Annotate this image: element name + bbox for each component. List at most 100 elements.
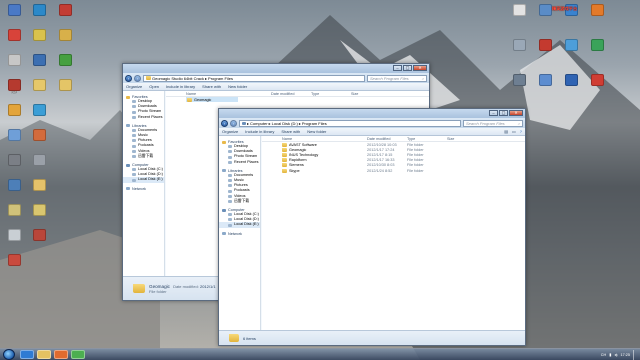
col2-desktop-icon-4[interactable]	[26, 104, 52, 130]
col-date[interactable]: Date modified	[271, 92, 311, 96]
include-library-button[interactable]: Include in library	[245, 129, 274, 134]
nav-item[interactable]: Local Disk (E:)	[219, 222, 260, 228]
maximize-button[interactable]: ▢	[499, 110, 508, 116]
col1-desktop-icon-6[interactable]	[1, 154, 27, 180]
col3-desktop-icon-3[interactable]	[52, 79, 78, 105]
address-bar[interactable]: ▸ Computer ▸ Local Disk (D:) ▸ Program F…	[239, 119, 461, 127]
back-button[interactable]: ‹	[221, 119, 228, 127]
view-options-icon[interactable]: ▤	[504, 129, 508, 134]
search-input[interactable]: Search Program Files ⌕	[463, 119, 523, 127]
right-desktop-icon-5[interactable]	[532, 39, 558, 65]
nav-item-icon	[132, 168, 136, 172]
col1-desktop-icon-7[interactable]	[1, 179, 27, 205]
nav-item[interactable]: 迅雷下载	[123, 154, 164, 159]
col2-desktop-icon-2[interactable]	[26, 54, 52, 80]
nav-group-icon	[222, 169, 226, 173]
breadcrumb-2[interactable]: Program Files	[302, 121, 327, 126]
col2-desktop-icon-6[interactable]	[26, 154, 52, 180]
col2-desktop-icon-8[interactable]	[26, 204, 52, 230]
col2-desktop-icon-3[interactable]	[26, 79, 52, 105]
share-with-button[interactable]: Share with	[281, 129, 300, 134]
col1-desktop-icon-4[interactable]	[1, 104, 27, 130]
language-indicator[interactable]: CH	[601, 353, 606, 357]
right-desktop-icon-10[interactable]	[558, 74, 584, 100]
include-library-button[interactable]: Include in library	[166, 84, 195, 89]
back-button[interactable]: ‹	[125, 74, 132, 82]
col2-desktop-icon-7[interactable]	[26, 179, 52, 205]
right-desktop-icon-7[interactable]	[584, 39, 610, 65]
breadcrumb-1[interactable]: Local Disk (D:)	[272, 121, 298, 126]
new-folder-button[interactable]: New folder	[228, 84, 247, 89]
preview-pane-icon[interactable]: ▭	[512, 129, 516, 134]
new-folder-button[interactable]: New folder	[307, 129, 326, 134]
col-size[interactable]: Size	[447, 137, 477, 141]
share-with-button[interactable]: Share with	[202, 84, 221, 89]
minimize-button[interactable]: ‒	[393, 65, 402, 71]
col1-desktop-icon-0[interactable]	[1, 4, 27, 30]
breadcrumb-0[interactable]: Computer	[250, 121, 268, 126]
volume-icon[interactable]: ◂)	[614, 352, 617, 357]
forward-button[interactable]: ›	[134, 74, 141, 82]
col3-desktop-icon-1[interactable]	[52, 29, 78, 55]
nav-item[interactable]: Local Disk (E:)	[123, 177, 164, 183]
network-icon[interactable]: ▮	[609, 352, 611, 357]
right-desktop-icon-0[interactable]	[506, 4, 532, 30]
maximize-button[interactable]: ▢	[403, 65, 412, 71]
close-button[interactable]: ✕	[413, 65, 427, 71]
open-button[interactable]: Open	[149, 84, 159, 89]
organize-button[interactable]: Organize	[126, 84, 142, 89]
show-desktop-button[interactable]	[633, 349, 636, 360]
col-name[interactable]: Name	[166, 92, 271, 96]
minimize-button[interactable]: ‒	[489, 110, 498, 116]
right-desktop-icon-11[interactable]	[584, 74, 610, 100]
col-type[interactable]: Type	[311, 92, 351, 96]
forward-button[interactable]: ›	[230, 119, 237, 127]
col1-desktop-icon-9[interactable]	[1, 229, 27, 255]
chrome-icon[interactable]	[71, 350, 85, 359]
col-name[interactable]: Name	[262, 137, 367, 141]
col-type[interactable]: Type	[407, 137, 447, 141]
nav-item[interactable]: Recent Places	[123, 115, 164, 120]
breadcrumb-0[interactable]: Geomagic Studio 64bit Crack	[152, 76, 204, 81]
file-row[interactable]: Skype 2012/1/24 8:52 File folder	[262, 168, 525, 173]
col-size[interactable]: Size	[351, 92, 381, 96]
folder-icon[interactable]	[37, 350, 51, 359]
col3-desktop-icon-2[interactable]	[52, 54, 78, 80]
close-button[interactable]: ✕	[509, 110, 523, 116]
nav-item[interactable]: 迅雷下载	[219, 199, 260, 204]
col2-desktop-icon-1[interactable]	[26, 29, 52, 55]
right-desktop-icon-9[interactable]	[532, 74, 558, 100]
right-desktop-icon-8[interactable]	[506, 74, 532, 100]
nav-group-network[interactable]: Network	[123, 186, 164, 191]
col2-desktop-icon-9[interactable]	[26, 229, 52, 255]
media-icon[interactable]	[54, 350, 68, 359]
clock[interactable]: 17:25	[620, 353, 630, 357]
explorer-window-front[interactable]: ‒ ▢ ✕ ‹ › ▸ Computer ▸ Local Disk (D:) ▸…	[218, 108, 526, 346]
col3-desktop-icon-0[interactable]	[52, 4, 78, 30]
col1-desktop-icon-1[interactable]	[1, 29, 27, 55]
start-button[interactable]	[3, 349, 15, 360]
nav-group-network[interactable]: Network	[219, 231, 260, 236]
col-date[interactable]: Date modified	[367, 137, 407, 141]
search-input[interactable]: Search Program Files ⌕	[367, 74, 427, 82]
help-icon[interactable]: ?	[520, 129, 522, 134]
nav-item[interactable]: Recent Places	[219, 160, 260, 165]
right-desktop-icon-3[interactable]	[584, 4, 610, 30]
window-titlebar[interactable]: ‒ ▢ ✕	[219, 109, 525, 118]
nav-item-icon	[228, 160, 232, 164]
col1-desktop-icon-2[interactable]	[1, 54, 27, 80]
address-bar[interactable]: Geomagic Studio 64bit Crack ▸ Program Fi…	[143, 74, 365, 82]
col2-desktop-icon-0[interactable]	[26, 4, 52, 30]
right-desktop-icon-6[interactable]	[558, 39, 584, 65]
col2-desktop-icon-5[interactable]	[26, 129, 52, 155]
breadcrumb-1[interactable]: Program Files	[208, 76, 233, 81]
col1-desktop-icon-5[interactable]	[1, 129, 27, 155]
ie-icon[interactable]	[20, 350, 34, 359]
organize-button[interactable]: Organize	[222, 129, 238, 134]
col1-desktop-icon-8[interactable]	[1, 204, 27, 230]
right-desktop-icon-4[interactable]	[506, 39, 532, 65]
col1-desktop-icon-3[interactable]: PDF	[1, 79, 27, 105]
col1-desktop-icon-10[interactable]	[1, 254, 27, 280]
window-titlebar[interactable]: ‒ ▢ ✕	[123, 64, 429, 73]
file-row[interactable]: Geomagic	[186, 97, 238, 103]
